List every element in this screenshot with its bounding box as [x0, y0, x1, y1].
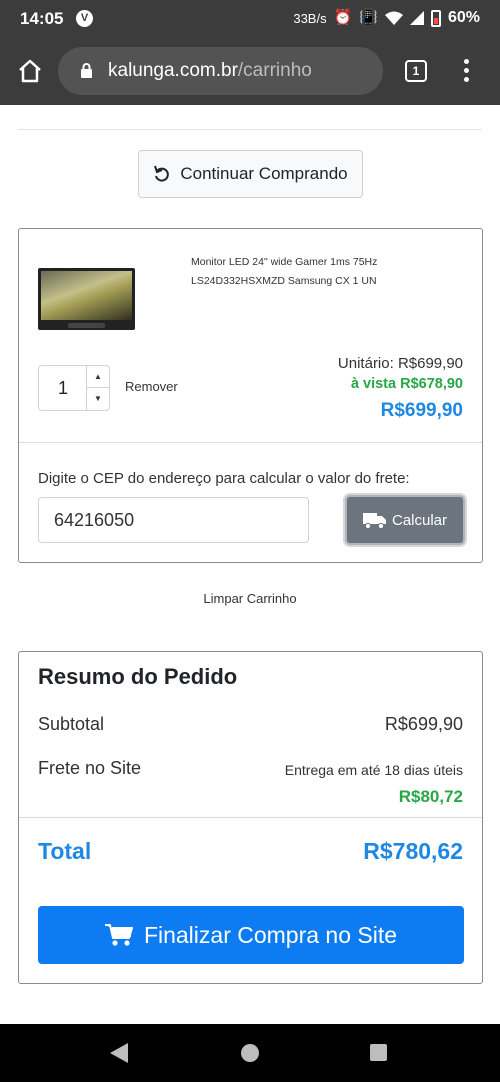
quantity-value[interactable]: 1: [39, 378, 87, 399]
url-path: /carrinho: [237, 60, 312, 81]
cash-price: à vista R$678,90: [350, 376, 463, 392]
url-domain: kalunga.com.br: [108, 60, 238, 81]
recents-icon[interactable]: [370, 1044, 387, 1061]
home-icon[interactable]: [17, 59, 43, 83]
status-time: 14:05: [20, 9, 64, 28]
quantity-spinner: ▲ ▼: [86, 366, 109, 410]
delivery-estimate: Entrega em até 18 dias úteis: [284, 762, 463, 778]
total-label: Total: [38, 838, 92, 864]
remove-item-link[interactable]: Remover: [125, 379, 178, 394]
total-value: R$780,62: [363, 838, 463, 864]
increment-icon[interactable]: ▲: [87, 366, 109, 388]
vibrate-icon: 📳: [359, 9, 378, 26]
divider: [18, 129, 482, 130]
summary-title: Resumo do Pedido: [38, 664, 238, 689]
truck-icon: [362, 513, 386, 529]
checkout-label: Finalizar Compra no Site: [143, 921, 398, 948]
v-app-icon: V: [76, 10, 93, 27]
item-total-price: R$699,90: [380, 400, 463, 421]
network-speed: 33B/s: [293, 10, 327, 26]
cep-input[interactable]: 64216050: [38, 497, 309, 543]
clear-cart-link[interactable]: Limpar Carrinho: [0, 591, 500, 606]
shipping-value: R$80,72: [398, 787, 463, 806]
battery-icon: [430, 9, 441, 27]
address-bar[interactable]: kalunga.com.br/carrinho: [58, 47, 383, 95]
quantity-stepper[interactable]: 1 ▲ ▼: [38, 365, 110, 411]
undo-icon: [154, 165, 170, 182]
subtotal-value: R$699,90: [384, 714, 463, 734]
calculate-label: Calcular: [391, 511, 448, 529]
order-summary-card: Resumo do Pedido Subtotal R$699,90 Frete…: [18, 651, 483, 984]
system-nav-bar: [0, 1024, 500, 1082]
cep-label: Digite o CEP do endereço para calcular o…: [38, 470, 410, 487]
product-image[interactable]: [38, 268, 135, 330]
continue-shopping-label: Continuar Comprando: [180, 164, 348, 183]
shipping-label: Frete no Site: [38, 758, 142, 778]
overflow-menu-icon[interactable]: [462, 59, 470, 85]
status-indicators: 33B/s ⏰ 📳 60%: [293, 9, 480, 27]
tabs-icon[interactable]: 1: [405, 60, 427, 82]
lock-icon: [81, 63, 92, 78]
wifi-icon: [384, 11, 403, 25]
cart-icon: [104, 924, 133, 946]
decrement-icon[interactable]: ▼: [87, 388, 109, 410]
battery-percent: 60%: [447, 9, 480, 26]
home-circle-icon[interactable]: [241, 1044, 259, 1062]
subtotal-label: Subtotal: [38, 714, 105, 734]
status-bar: 14:05 V 33B/s ⏰ 📳 60%: [0, 0, 500, 38]
back-icon[interactable]: [110, 1043, 128, 1063]
divider: [19, 442, 482, 443]
signal-icon: [409, 11, 424, 25]
url-text: kalunga.com.br/carrinho: [108, 60, 312, 82]
cart-item-card: Monitor LED 24" wide Gamer 1ms 75Hz LS24…: [18, 228, 483, 563]
calculate-shipping-button[interactable]: Calcular: [345, 495, 465, 545]
checkout-button[interactable]: Finalizar Compra no Site: [38, 906, 464, 964]
product-name[interactable]: Monitor LED 24" wide Gamer 1ms 75Hz LS24…: [191, 253, 451, 291]
continue-shopping-button[interactable]: Continuar Comprando: [138, 150, 363, 198]
browser-toolbar: kalunga.com.br/carrinho 1: [0, 38, 500, 105]
alarm-icon: ⏰: [333, 9, 353, 26]
divider: [19, 817, 482, 818]
unit-price: Unitário: R$699,90: [337, 355, 463, 372]
